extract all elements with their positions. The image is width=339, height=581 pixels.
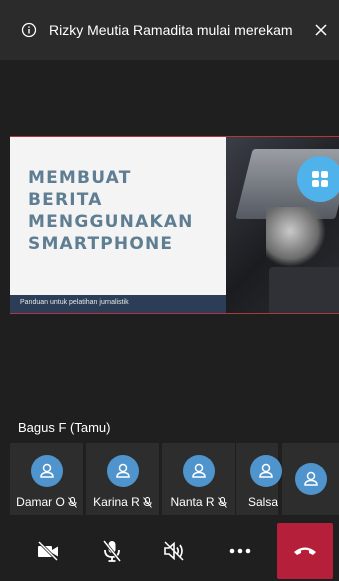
participant-tile[interactable]: Damar O <box>10 443 83 515</box>
participant-tile[interactable]: Karina R <box>86 443 159 515</box>
person-icon <box>115 463 130 478</box>
avatar <box>106 455 139 487</box>
avatar <box>294 463 327 495</box>
participant-tile[interactable]: Salsa <box>236 443 282 515</box>
participant-name: Damar O <box>16 495 65 509</box>
participant-label: Damar O <box>10 495 83 509</box>
more-options-button[interactable] <box>214 525 266 577</box>
person-icon <box>259 463 273 478</box>
speaker-toggle-button[interactable] <box>148 525 200 577</box>
participant-label: Karina R <box>86 495 159 509</box>
tablet-image <box>269 267 339 313</box>
slide-title: MEMBUAT BERITA MENGGUNAKAN SMARTPHONE <box>28 168 194 254</box>
slide-text-panel: MEMBUAT BERITA MENGGUNAKAN SMARTPHONE Pa… <box>10 137 226 313</box>
avatar <box>30 455 63 487</box>
mic-toggle-button[interactable] <box>86 525 138 577</box>
camera-toggle-button[interactable] <box>22 525 74 577</box>
participant-tile[interactable] <box>282 443 339 515</box>
mic-muted-icon <box>67 496 77 508</box>
participant-strip[interactable]: Damar O Karina R Nanta R Salsa <box>0 443 339 515</box>
person-icon <box>191 463 206 478</box>
hang-up-icon <box>294 547 316 555</box>
camera-off-icon <box>37 540 59 562</box>
participant-label: Nanta R <box>162 495 235 509</box>
person-icon <box>39 463 54 478</box>
avatar <box>250 455 282 487</box>
active-speaker-name: Bagus F (Tamu) <box>18 420 111 435</box>
grid-icon <box>312 171 328 187</box>
close-icon[interactable] <box>313 22 329 38</box>
recording-notification: Rizky Meutia Ramadita mulai merekam <box>0 0 339 60</box>
participant-name: Karina R <box>93 495 140 509</box>
mic-muted-icon <box>142 496 152 508</box>
mic-muted-icon <box>217 496 227 508</box>
participant-label: Salsa <box>248 495 278 509</box>
mic-off-icon <box>102 540 122 562</box>
person-icon <box>303 471 318 486</box>
shared-screen: MEMBUAT BERITA MENGGUNAKAN SMARTPHONE Pa… <box>10 136 339 314</box>
speaker-off-icon <box>164 541 184 561</box>
participant-tile[interactable]: Nanta R <box>162 443 235 515</box>
participant-name: Nanta R <box>170 495 215 509</box>
grid-view-button[interactable] <box>297 156 339 202</box>
hang-up-button[interactable] <box>277 523 333 579</box>
info-icon <box>21 22 37 38</box>
participant-name: Salsa <box>248 495 279 509</box>
slide-subtitle: Panduan untuk pelatihan jurnalistik <box>20 299 129 306</box>
call-toolbar <box>0 521 339 581</box>
slide-footer: Panduan untuk pelatihan jurnalistik <box>10 295 226 313</box>
more-icon <box>229 548 251 554</box>
hand-image <box>266 207 326 267</box>
notification-text: Rizky Meutia Ramadita mulai merekam <box>49 22 293 38</box>
avatar <box>182 455 215 487</box>
